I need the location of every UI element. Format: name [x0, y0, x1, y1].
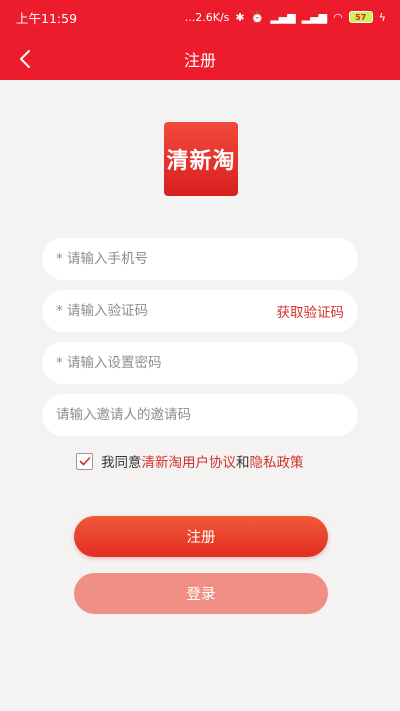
agree-checkbox[interactable] [76, 452, 93, 470]
phone-input[interactable] [56, 251, 344, 267]
login-button[interactable]: 登录 [74, 573, 328, 614]
password-field [42, 342, 358, 384]
alarm-icon: ⏰ [250, 10, 265, 24]
charging-icon: ϟ [378, 10, 386, 24]
app-header: 上午11:59 ...2.6K/s ✱ ⏰ ▂▄▆ ▂▄▆ ◠ 57 ϟ 注册 [0, 0, 400, 80]
signal-icon: ▂▄▆ [270, 10, 296, 24]
agreement-prefix: 我同意 [101, 455, 142, 471]
register-button-label: 注册 [186, 530, 216, 546]
password-input[interactable] [56, 355, 344, 371]
register-button[interactable]: 注册 [74, 516, 328, 557]
invite-code-input[interactable] [56, 407, 344, 423]
privacy-policy-link[interactable]: 隐私政策 [250, 451, 304, 471]
phone-field [42, 238, 358, 280]
agreement-row: 我同意 清新淘用户协议 和 隐私政策 [76, 450, 304, 472]
wifi-icon: ◠ [333, 10, 343, 24]
code-field: 获取验证码 [42, 290, 358, 332]
invite-field [42, 394, 358, 436]
login-button-label: 登录 [186, 587, 216, 603]
user-agreement-link[interactable]: 清新淘用户协议 [142, 451, 237, 471]
battery-icon: 57 [348, 11, 373, 23]
nav-bar: 注册 [0, 40, 400, 78]
status-time: 上午11:59 [16, 10, 78, 26]
chevron-left-icon [20, 50, 30, 68]
app-logo: 清新淘 [164, 122, 238, 196]
verification-code-input[interactable] [56, 303, 277, 319]
network-speed: ...2.6K/s [184, 10, 230, 24]
back-button[interactable] [10, 44, 40, 74]
logo-text: 清新淘 [166, 149, 236, 174]
agreement-and: 和 [236, 455, 250, 471]
get-code-button[interactable]: 获取验证码 [277, 301, 345, 321]
signal-icon-2: ▂▄▆ [301, 10, 328, 24]
checkmark-icon [78, 456, 91, 466]
page-title: 注册 [183, 51, 216, 70]
status-bar: 上午11:59 ...2.6K/s ✱ ⏰ ▂▄▆ ▂▄▆ ◠ 57 ϟ [0, 0, 400, 34]
status-icons: ...2.6K/s ✱ ⏰ ▂▄▆ ▂▄▆ ◠ 57 ϟ [185, 11, 386, 23]
bluetooth-icon: ✱ [235, 10, 245, 24]
